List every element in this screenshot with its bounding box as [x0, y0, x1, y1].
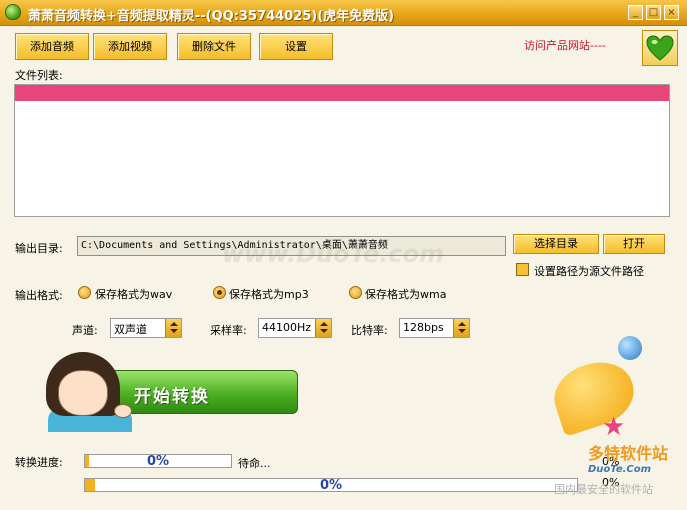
add-audio-button[interactable]: 添加音频	[15, 33, 89, 60]
progress-label: 转换进度:	[15, 456, 63, 469]
channel-value: 双声道	[114, 323, 147, 336]
output-dir-label: 输出目录:	[15, 242, 63, 255]
visit-website-link[interactable]: 访问产品网站----	[524, 37, 606, 53]
choose-dir-button[interactable]: 选择目录	[513, 234, 599, 254]
bitrate-value: 128bps	[403, 321, 444, 334]
delete-file-button[interactable]: 删除文件	[177, 33, 251, 60]
channel-label: 声道:	[72, 324, 98, 337]
channel-select[interactable]: 双声道	[110, 318, 182, 338]
updown-arrow-icon[interactable]	[165, 319, 181, 337]
format-wma-label: 保存格式为wma	[365, 288, 447, 301]
girl-face-image	[58, 370, 108, 416]
mascot-decoration: ★	[546, 330, 666, 440]
bitrate-label: 比特率:	[351, 324, 388, 337]
watermark-slogan: 国内最安全的软件站	[554, 483, 653, 496]
watermark-logo: 多特软件站	[588, 444, 669, 463]
window-title: 萧萧音频转换+音频提取精灵--(QQ:35744025)(虎年免费版)	[28, 9, 395, 24]
maximize-button[interactable]: □	[646, 5, 661, 20]
start-conversion-label: 开始转换	[134, 387, 210, 407]
format-wav-label: 保存格式为wav	[95, 288, 173, 301]
updown-arrow-icon[interactable]	[315, 319, 331, 337]
balloon-icon	[618, 336, 642, 360]
favorite-button[interactable]	[642, 30, 678, 66]
format-mp3-label: 保存格式为mp3	[229, 288, 309, 301]
girl-hand-image	[114, 404, 132, 418]
format-mp3-radio[interactable]	[213, 286, 226, 299]
heart-icon	[646, 35, 674, 61]
file-progress-bar: 0%	[84, 454, 232, 469]
status-text: 待命...	[238, 457, 271, 470]
format-wav-radio[interactable]	[78, 286, 91, 299]
file-list[interactable]	[14, 84, 670, 217]
output-format-label: 输出格式:	[15, 289, 63, 302]
updown-arrow-icon[interactable]	[453, 319, 469, 337]
open-button[interactable]: 打开	[603, 234, 665, 254]
format-wma-radio[interactable]	[349, 286, 362, 299]
settings-button[interactable]: 设置	[259, 33, 333, 60]
use-source-path-label: 设置路径为源文件路径	[534, 265, 644, 278]
watermark-url: DuoTe.Com	[588, 464, 652, 475]
file-progress-text: 0%	[146, 454, 170, 469]
bitrate-select[interactable]: 128bps	[399, 318, 470, 338]
star-icon: ★	[602, 412, 626, 442]
close-button[interactable]: ×	[664, 5, 679, 20]
samplerate-select[interactable]: 44100Hz	[258, 318, 332, 338]
center-watermark: www.DuoTe.com	[222, 240, 444, 268]
add-video-button[interactable]: 添加视频	[93, 33, 167, 60]
total-progress-bar: 0%	[84, 478, 578, 493]
file-list-header-row[interactable]	[15, 85, 669, 101]
samplerate-value: 44100Hz	[262, 321, 312, 334]
file-list-label: 文件列表:	[15, 69, 63, 82]
site-watermark: 多特软件站 DuoTe.Com	[588, 440, 668, 475]
minimize-button[interactable]: _	[628, 5, 643, 20]
use-source-path-checkbox[interactable]	[516, 263, 529, 276]
total-progress-text: 0%	[319, 478, 343, 493]
mascot-ribbon-image	[546, 353, 642, 437]
start-conversion-area: 开始转换	[44, 352, 300, 432]
radio-selected-dot	[217, 290, 222, 295]
app-icon	[5, 4, 21, 20]
samplerate-label: 采样率:	[210, 324, 247, 337]
title-bar: 萧萧音频转换+音频提取精灵--(QQ:35744025)(虎年免费版) _ □ …	[0, 0, 687, 26]
